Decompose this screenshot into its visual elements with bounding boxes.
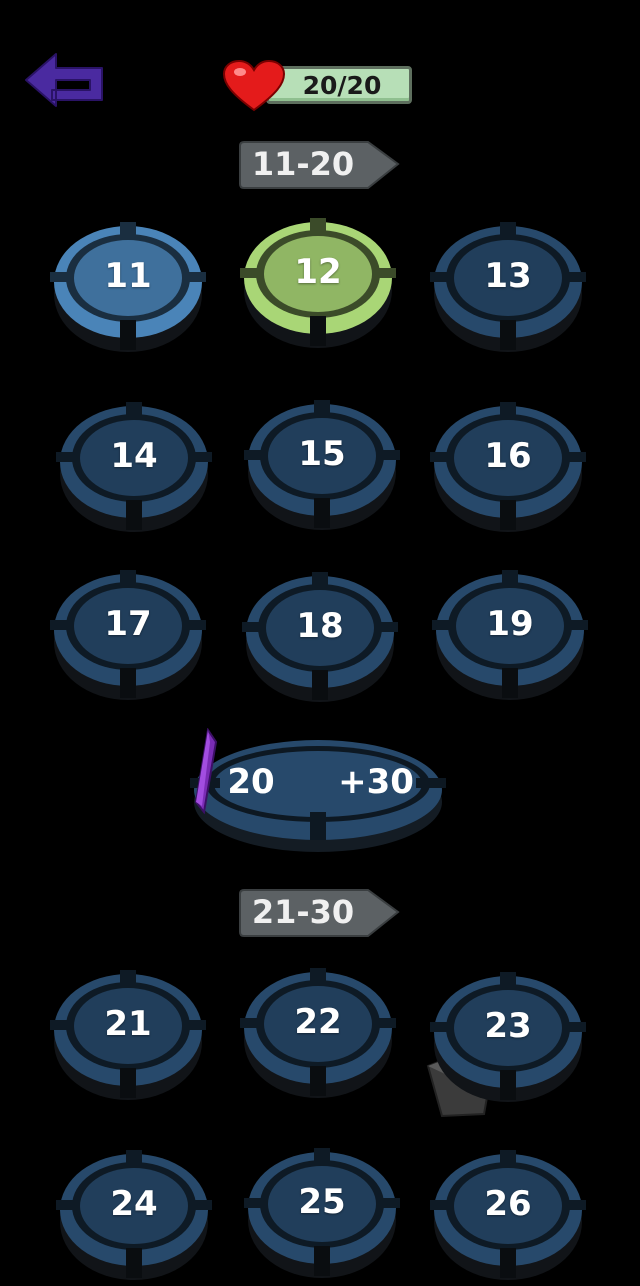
section-label: 11-20 (251, 145, 355, 183)
health-bar: 20/20 (266, 66, 412, 104)
level-number: 23 (484, 1006, 532, 1046)
back-arrow-icon (25, 53, 103, 107)
level-23-button[interactable]: 23 (430, 972, 586, 1108)
level-25-button[interactable]: 25 (244, 1148, 400, 1284)
level-12-button[interactable]: 12 (240, 218, 396, 354)
level-number: 26 (484, 1184, 532, 1224)
section-header-11-20: 11-20 (238, 138, 402, 194)
level-number: 19 (486, 604, 534, 644)
level-26-button[interactable]: 26 (430, 1150, 586, 1286)
health-indicator: 20/20 (222, 60, 416, 112)
level-19-button[interactable]: 19 (432, 570, 588, 706)
crystal-icon (194, 728, 218, 815)
back-button[interactable] (22, 50, 108, 110)
level-15-button[interactable]: 15 (244, 400, 400, 536)
bonus-level-number: 20 (227, 762, 275, 802)
level-11-button[interactable]: 11 (50, 222, 206, 358)
level-number: 13 (484, 256, 532, 296)
level-21-button[interactable]: 21 (50, 970, 206, 1106)
level-number: 25 (298, 1182, 346, 1222)
level-number: 24 (110, 1184, 158, 1224)
level-number: 11 (104, 256, 152, 296)
heart-icon (222, 60, 286, 112)
level-18-button[interactable]: 18 (242, 572, 398, 708)
level-number: 15 (298, 434, 346, 474)
level-13-button[interactable]: 13 (430, 222, 586, 358)
level-17-button[interactable]: 17 (50, 570, 206, 706)
level-20-bonus-button[interactable]: 20 +30 (190, 728, 446, 858)
section-label: 21-30 (251, 893, 355, 931)
section-header-21-30: 21-30 (238, 886, 402, 942)
level-number: 17 (104, 604, 152, 644)
level-number: 21 (104, 1004, 152, 1044)
level-number: 16 (484, 436, 532, 476)
health-text: 20/20 (302, 70, 382, 100)
level-number: 18 (296, 606, 344, 646)
level-24-button[interactable]: 24 (56, 1150, 212, 1286)
level-16-button[interactable]: 16 (430, 402, 586, 538)
level-14-button[interactable]: 14 (56, 402, 212, 538)
bonus-reward: +30 (338, 762, 414, 802)
level-number: 22 (294, 1002, 342, 1042)
level-number: 12 (294, 252, 342, 292)
level-22-button[interactable]: 22 (240, 968, 396, 1104)
level-number: 14 (110, 436, 158, 476)
